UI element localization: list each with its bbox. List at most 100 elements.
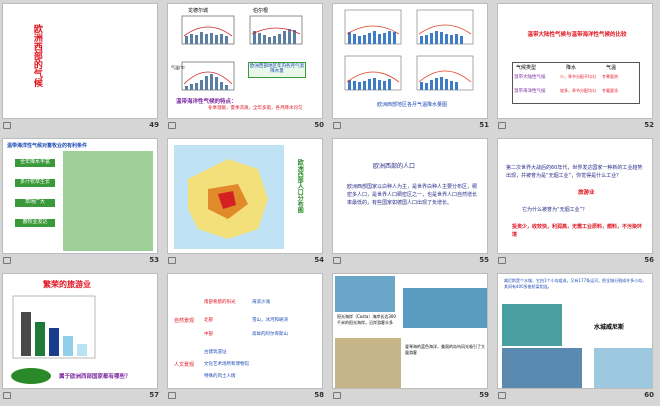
slide-thumb-55[interactable]: 欧洲西部的人口 欧洲西部国家以白种人为主，是世界白种人主要分布区，稠密多人口，是… bbox=[330, 135, 495, 270]
table-cell: 冬寒夏热 bbox=[602, 74, 618, 79]
slide-thumb-56[interactable]: 第二次世界大战后的60年代，世界发达国家一种新的工业趋势出现，并被誉为是“无烟工… bbox=[495, 135, 660, 270]
slide-title: 欧洲西部的人口 bbox=[373, 163, 416, 170]
slide-icon bbox=[3, 257, 11, 264]
slide-50[interactable]: 龙德尔城 伯尔根 气温/℃ 欧洲西部地区年内各月气温降水量 温带海洋性气候的特点… bbox=[167, 3, 323, 119]
decorative-blob bbox=[11, 368, 51, 384]
group-sub: 海滨沙滩 bbox=[252, 300, 270, 305]
slide-thumb-57[interactable]: 繁荣的旅游业 属于欧洲西部国家都有哪些？ 57 bbox=[0, 270, 165, 405]
slide-question: 属于欧洲西部国家都有哪些？ bbox=[59, 374, 131, 380]
axis-label-temp: 气温/℃ bbox=[171, 65, 185, 70]
group-item: 文化艺术场所和博物馆 bbox=[204, 362, 249, 367]
group-label: 自然景观 bbox=[174, 318, 195, 324]
slide-thumb-50[interactable]: 龙德尔城 伯尔根 气温/℃ 欧洲西部地区年内各月气温降水量 温带海洋性气候的特点… bbox=[165, 0, 330, 135]
slide-54[interactable]: 欧洲西部人口分布图 bbox=[167, 138, 323, 254]
slide-icon bbox=[3, 392, 11, 399]
group-item: 中部 bbox=[204, 332, 213, 337]
slide-number: 50 bbox=[314, 121, 324, 129]
slide-icon bbox=[333, 392, 341, 399]
slide-49[interactable]: 欧洲西部的气候 bbox=[2, 3, 158, 119]
slide-sorter: 欧洲西部的气候 49 龙德尔城 伯尔根 气温/℃ 欧洲西部地区年内各月气温降水量… bbox=[0, 0, 660, 406]
photo-label: 水城威尼斯 bbox=[594, 324, 625, 331]
slide-57[interactable]: 繁荣的旅游业 属于欧洲西部国家都有哪些？ bbox=[2, 273, 158, 389]
slide-text: 威尼斯是个水城，它由1个小岛组成，又有177条运河，把全城分割成许多小岛，其间有… bbox=[504, 278, 647, 289]
answer-2: 投资少，收效快，利润高，无需工业原料，燃料，不污染环境 bbox=[512, 224, 643, 238]
question-1: 第二次世界大战后的60年代，世界发达国家一种新的工业趋势出现，并被誉为是“无烟工… bbox=[506, 165, 643, 179]
table-cell: 温带大陆性气候 bbox=[514, 75, 546, 80]
slide-53[interactable]: 温带海洋性气候对畜牧业的有利条件 全年降水丰富 多汁牧草生长 草场广大 畜牧业发… bbox=[2, 138, 158, 254]
map-image bbox=[63, 151, 153, 251]
slide-number: 49 bbox=[149, 121, 159, 129]
group-sub: 雪山，冰河和峡湾 bbox=[252, 318, 288, 323]
photo-caption-1: 阳光海岸（Costa）海岸长达300千米的阳光海岸，沿岸游客众多 bbox=[337, 314, 396, 325]
group-sub: 高耸的阿尔卑斯山 bbox=[252, 332, 288, 337]
slide-icon bbox=[168, 392, 176, 399]
group-label: 人文景观 bbox=[174, 362, 195, 368]
slide-thumb-49[interactable]: 欧洲西部的气候 49 bbox=[0, 0, 165, 135]
table-cell: 冬暖夏凉 bbox=[602, 88, 618, 93]
table-cell: 较多，季节分配均匀 bbox=[560, 88, 596, 93]
slide-number: 60 bbox=[644, 391, 654, 399]
photo bbox=[335, 276, 395, 312]
slide-thumb-53[interactable]: 温带海洋性气候对畜牧业的有利条件 全年降水丰富 多汁牧草生长 草场广大 畜牧业发… bbox=[0, 135, 165, 270]
slide-thumb-54[interactable]: 欧洲西部人口分布图 54 bbox=[165, 135, 330, 270]
slide-thumb-59[interactable]: 阳光海岸（Costa）海岸长达300千米的阳光海岸，沿岸游客众多 爱琴海的蓝色海… bbox=[330, 270, 495, 405]
slide-icon bbox=[498, 122, 506, 129]
slide-number: 52 bbox=[644, 121, 654, 129]
photo bbox=[335, 338, 401, 388]
note-body: 冬季温暖，夏季凉爽，全年多雨，各月降水均匀 bbox=[208, 106, 303, 111]
slide-icon bbox=[168, 257, 176, 264]
photo bbox=[502, 348, 582, 388]
table-cell: 温带海洋性气候 bbox=[514, 89, 546, 94]
slide-title: 温带海洋性气候对畜牧业的有利条件 bbox=[7, 143, 88, 149]
photo bbox=[403, 288, 487, 328]
slide-thumb-52[interactable]: 温带大陆性气候与温带海洋性气候的比较 气候类型 降水 气温 温带大陆性气候 少，… bbox=[495, 0, 660, 135]
slide-thumb-51[interactable]: 欧洲西部地区各月气温降水量图 51 bbox=[330, 0, 495, 135]
slide-title: 欧洲西部的气候 bbox=[31, 24, 42, 87]
slide-number: 56 bbox=[644, 256, 654, 264]
table-header-type: 气候类型 bbox=[516, 65, 537, 71]
slide-caption: 欧洲西部地区各月气温降水量图 bbox=[376, 102, 447, 108]
photo bbox=[502, 304, 562, 346]
slide-52[interactable]: 温带大陆性气候与温带海洋性气候的比较 气候类型 降水 气温 温带大陆性气候 少，… bbox=[497, 3, 653, 119]
slide-icon bbox=[168, 122, 176, 129]
slide-thumb-60[interactable]: 威尼斯是个水城，它由1个小岛组成，又有177条运河，把全城分割成许多小岛，其间有… bbox=[495, 270, 660, 405]
table-cell: 少，季节分配不均匀 bbox=[560, 74, 596, 79]
slide-icon bbox=[498, 257, 506, 264]
slide-number: 57 bbox=[149, 391, 159, 399]
slide-51[interactable]: 欧洲西部地区各月气温降水量图 bbox=[332, 3, 488, 119]
slide-number: 54 bbox=[314, 256, 324, 264]
slide-title: 温带大陆性气候与温带海洋性气候的比较 bbox=[527, 32, 627, 38]
slide-number: 51 bbox=[479, 121, 489, 129]
flow-step: 草场广大 bbox=[15, 199, 55, 207]
slide-body: 欧洲西部国家以白种人为主，是世界白种人主要分布区，稠密多人口，是世界人口稠密区之… bbox=[347, 184, 478, 206]
slide-thumb-58[interactable]: 自然景观 南部希腊的阳光 北部 中部 海滨沙滩 雪山，冰河和峡湾 高耸的阿尔卑斯… bbox=[165, 270, 330, 405]
slide-icon bbox=[498, 392, 506, 399]
slide-60[interactable]: 威尼斯是个水城，它由1个小岛组成，又有177条运河，把全城分割成许多小岛，其间有… bbox=[497, 273, 653, 389]
slide-55[interactable]: 欧洲西部的人口 欧洲西部国家以白种人为主，是世界白种人主要分布区，稠密多人口，是… bbox=[332, 138, 488, 254]
group-item: 南部希腊的阳光 bbox=[204, 300, 236, 305]
slide-icon bbox=[3, 122, 11, 129]
caption-box: 欧洲西部地区年内各月气温降水量 bbox=[250, 64, 304, 75]
slide-side-text: 欧洲西部人口分布图 bbox=[296, 159, 304, 213]
slide-icon bbox=[333, 257, 341, 264]
question-2: 它为什么被誉为“无烟工业”？ bbox=[522, 207, 588, 213]
flow-step: 多汁牧草生长 bbox=[15, 179, 55, 187]
slide-number: 59 bbox=[479, 391, 489, 399]
slide-number: 58 bbox=[314, 391, 324, 399]
group-item: 北部 bbox=[204, 318, 213, 323]
group-item: 古建筑遗址 bbox=[204, 350, 227, 355]
flow-step: 全年降水丰富 bbox=[15, 159, 55, 167]
table-header-rain: 降水 bbox=[566, 65, 577, 71]
slide-number: 53 bbox=[149, 256, 159, 264]
note-title: 温带海洋性气候的特点： bbox=[176, 99, 237, 105]
slide-56[interactable]: 第二次世界大战后的60年代，世界发达国家一种新的工业趋势出现，并被誉为是“无烟工… bbox=[497, 138, 653, 254]
slide-number: 55 bbox=[479, 256, 489, 264]
slide-58[interactable]: 自然景观 南部希腊的阳光 北部 中部 海滨沙滩 雪山，冰河和峡湾 高耸的阿尔卑斯… bbox=[167, 273, 323, 389]
group-item: 特殊的风土人情 bbox=[204, 374, 236, 379]
flow-step: 畜牧业发达 bbox=[15, 219, 55, 227]
photo-caption-2: 爱琴海的蓝色海洋，美丽的岛屿风光吸引了大量游客 bbox=[405, 344, 485, 355]
answer-1: 旅游业 bbox=[578, 190, 595, 196]
photo bbox=[594, 348, 652, 388]
table-header-temp: 气温 bbox=[606, 65, 617, 71]
slide-59[interactable]: 阳光海岸（Costa）海岸长达300千米的阳光海岸，沿岸游客众多 爱琴海的蓝色海… bbox=[332, 273, 488, 389]
